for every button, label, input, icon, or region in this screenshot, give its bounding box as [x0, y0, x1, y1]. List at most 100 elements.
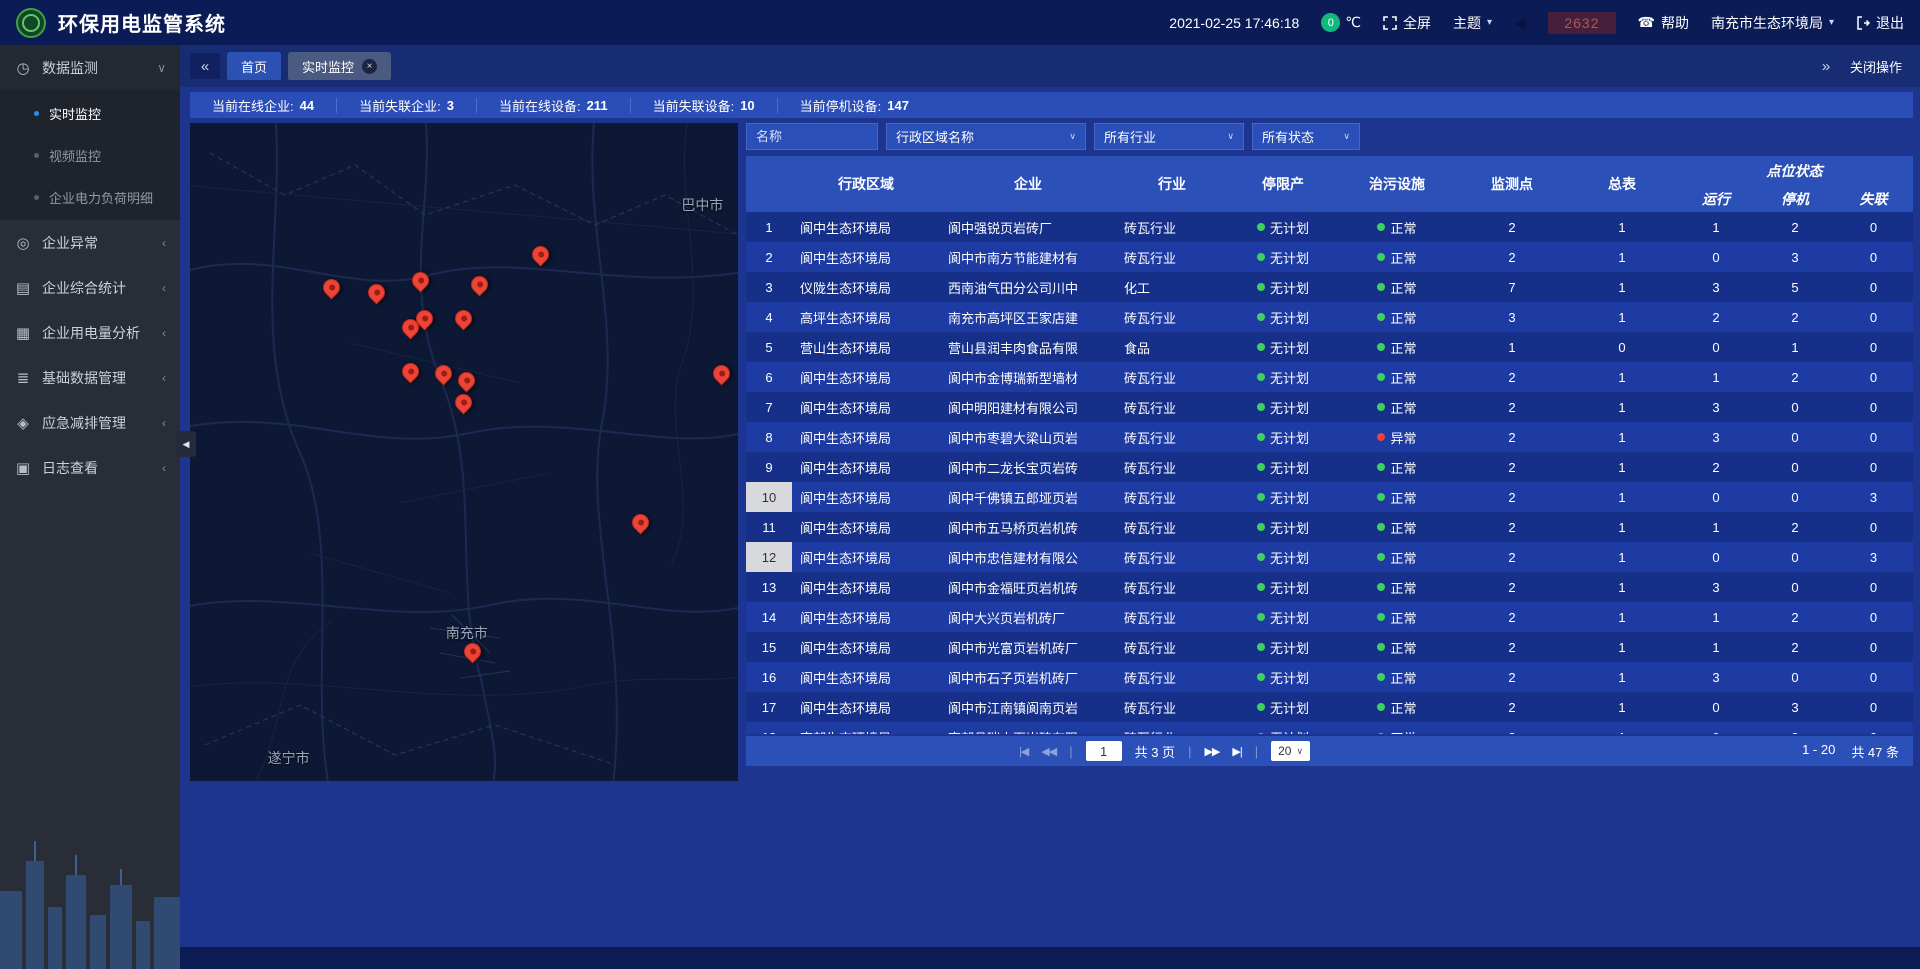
sidebar-collapse-handle[interactable]: ◀ — [176, 431, 196, 457]
status-dot-green — [1257, 313, 1265, 321]
cell-pollution-facility: 正常 — [1338, 392, 1456, 422]
map-panel[interactable]: 巴中市南充市遂宁市 — [190, 123, 738, 781]
sidebar-item-label: 实时监控 — [49, 104, 101, 123]
tab-realtime-monitor[interactable]: 实时监控 × — [288, 52, 391, 80]
next-page-button[interactable]: ▶▶ — [1204, 745, 1219, 758]
last-page-button[interactable]: ▶| — [1232, 745, 1241, 758]
table-row-11[interactable]: 11阆中生态环境局阆中市五马桥页岩机砖砖瓦行业无计划正常21120 — [746, 512, 1913, 542]
announcement-collapse-icon[interactable]: ◀ — [1514, 13, 1526, 33]
fullscreen-button[interactable]: 全屏 — [1383, 13, 1431, 33]
close-operations-button[interactable]: 关闭操作 — [1850, 57, 1902, 76]
sidebar-section-label: 企业用电量分析 — [42, 323, 152, 343]
map-pin-11[interactable] — [455, 392, 473, 414]
sidebar: ◷数据监测∨ 实时监控视频监控企业电力负荷明细◎企业异常‹▤企业综合统计‹▦企业用… — [0, 45, 180, 969]
industry-filter-value: 所有行业 — [1104, 127, 1156, 146]
name-filter-input[interactable] — [746, 123, 878, 150]
row-index: 4 — [746, 302, 792, 332]
sidebar-item-realtime-monitor[interactable]: 实时监控 — [0, 92, 180, 134]
table-row-4[interactable]: 4高坪生态环境局南充市高坪区王家店建砖瓦行业无计划正常31220 — [746, 302, 1913, 332]
sidebar-section-enterprise-stats[interactable]: ▤企业综合统计‹ — [0, 265, 180, 310]
help-button[interactable]: ☎ 帮助 — [1638, 13, 1689, 33]
status-dot-green — [1257, 733, 1265, 734]
sidebar-section-label: 日志查看 — [42, 458, 152, 478]
map-pin-1[interactable] — [368, 282, 386, 304]
sidebar-section-power-analysis[interactable]: ▦企业用电量分析‹ — [0, 310, 180, 355]
sidebar-section-base-data[interactable]: ≣基础数据管理‹ — [0, 355, 180, 400]
table-row-10[interactable]: 10阆中生态环境局阆中千佛镇五郎垭页岩砖瓦行业无计划正常21003 — [746, 482, 1913, 512]
table-row-5[interactable]: 5营山生态环境局营山县润丰肉食品有限食品无计划正常10010 — [746, 332, 1913, 362]
map-pin-10[interactable] — [458, 370, 476, 392]
cell-run-count: 3 — [1676, 422, 1756, 452]
tabs-scroll-left-button[interactable]: « — [190, 53, 220, 79]
table-row-7[interactable]: 7阆中生态环境局阆中明阳建材有限公司砖瓦行业无计划正常21300 — [746, 392, 1913, 422]
industry-filter-select[interactable]: 所有行业 ∨ — [1094, 123, 1244, 150]
table-row-3[interactable]: 3仪陇生态环境局西南油气田分公司川中化工无计划正常71350 — [746, 272, 1913, 302]
cell-monitor-points: 2 — [1456, 692, 1568, 722]
stat-label: 当前失联设备: — [653, 96, 735, 115]
tab-close-icon[interactable]: × — [362, 59, 377, 74]
cell-lost-count: 0 — [1834, 572, 1913, 602]
status-filter-value: 所有状态 — [1262, 127, 1314, 146]
table-body[interactable]: 1阆中生态环境局阆中强锐页岩砖厂砖瓦行业无计划正常211202阆中生态环境局阆中… — [746, 212, 1913, 734]
cell-run-count: 1 — [1676, 602, 1756, 632]
tabs-scroll-right-button[interactable]: » — [1811, 53, 1841, 79]
range-label: 1 - 20 — [1802, 742, 1835, 761]
sidebar-item-video-monitor[interactable]: 视频监控 — [0, 134, 180, 176]
table-row-12[interactable]: 12阆中生态环境局阆中市忠信建材有限公砖瓦行业无计划正常21003 — [746, 542, 1913, 572]
map-pin-3[interactable] — [471, 274, 489, 296]
tab-home[interactable]: 首页 — [227, 52, 281, 80]
sidebar-section-data-monitor[interactable]: ◷数据监测∨ — [0, 45, 180, 90]
table-row-8[interactable]: 8阆中生态环境局阆中市枣碧大梁山页岩砖瓦行业无计划异常21300 — [746, 422, 1913, 452]
table-row-18[interactable]: 18南部生态环境局南部县瑞丰页岩砖有限砖瓦行业无计划正常21030 — [746, 722, 1913, 734]
map-pin-12[interactable] — [713, 363, 731, 385]
map-pin-6[interactable] — [416, 308, 434, 330]
map-pin-9[interactable] — [435, 363, 453, 385]
map-pin-8[interactable] — [402, 361, 420, 383]
cell-monitor-points: 2 — [1456, 722, 1568, 734]
sidebar-item-power-load-detail[interactable]: 企业电力负荷明细 — [0, 176, 180, 218]
table-row-9[interactable]: 9阆中生态环境局阆中市二龙长宝页岩砖砖瓦行业无计划正常21200 — [746, 452, 1913, 482]
table-row-15[interactable]: 15阆中生态环境局阆中市光富页岩机砖厂砖瓦行业无计划正常21120 — [746, 632, 1913, 662]
cell-industry: 砖瓦行业 — [1116, 722, 1228, 734]
pin-icon — [398, 359, 422, 383]
page-number-input[interactable]: 1 — [1086, 741, 1122, 761]
tab-home-label: 首页 — [241, 57, 267, 76]
first-page-button[interactable]: |◀ — [1019, 745, 1028, 758]
cell-industry: 砖瓦行业 — [1116, 692, 1228, 722]
row-index: 11 — [746, 512, 792, 542]
theme-dropdown[interactable]: 主题 ▾ — [1453, 13, 1492, 33]
table-row-2[interactable]: 2阆中生态环境局阆中市南方节能建材有砖瓦行业无计划正常21030 — [746, 242, 1913, 272]
logout-button[interactable]: 退出 — [1856, 13, 1904, 33]
status-dot-green — [1257, 343, 1265, 351]
map-pin-2[interactable] — [412, 270, 430, 292]
alarm-count-badge[interactable]: 2632 — [1548, 12, 1615, 34]
cell-total-meters: 1 — [1568, 242, 1676, 272]
table-row-6[interactable]: 6阆中生态环境局阆中市金博瑞新型墙材砖瓦行业无计划正常21120 — [746, 362, 1913, 392]
chevron-collapsed-icon: ‹ — [162, 416, 166, 430]
region-filter-select[interactable]: 行政区域名称 ∨ — [886, 123, 1086, 150]
sidebar-section-enterprise-abnormal[interactable]: ◎企业异常‹ — [0, 220, 180, 265]
table-row-16[interactable]: 16阆中生态环境局阆中市石子页岩机砖厂砖瓦行业无计划正常21300 — [746, 662, 1913, 692]
status-dot-green — [1257, 223, 1265, 231]
table-row-1[interactable]: 1阆中生态环境局阆中强锐页岩砖厂砖瓦行业无计划正常21120 — [746, 212, 1913, 242]
map-city-label: 巴中市 — [681, 195, 723, 215]
map-pin-0[interactable] — [323, 277, 341, 299]
map-pin-7[interactable] — [455, 308, 473, 330]
cell-lost-count: 0 — [1834, 692, 1913, 722]
sidebar-section-log-view[interactable]: ▣日志查看‹ — [0, 445, 180, 490]
prev-page-button[interactable]: ◀◀ — [1041, 745, 1056, 758]
table-row-13[interactable]: 13阆中生态环境局阆中市金福旺页岩机砖砖瓦行业无计划正常21300 — [746, 572, 1913, 602]
cell-lost-count: 0 — [1834, 272, 1913, 302]
status-dot-green — [1257, 253, 1265, 261]
map-pin-4[interactable] — [532, 244, 550, 266]
page-size-select[interactable]: 20 ∨ — [1271, 741, 1310, 761]
sidebar-section-emergency-reduction[interactable]: ◈应急减排管理‹ — [0, 400, 180, 445]
cell-monitor-points: 2 — [1456, 512, 1568, 542]
table-row-14[interactable]: 14阆中生态环境局阆中大兴页岩机砖厂砖瓦行业无计划正常21120 — [746, 602, 1913, 632]
status-filter-select[interactable]: 所有状态 ∨ — [1252, 123, 1360, 150]
map-pin-13[interactable] — [632, 512, 650, 534]
status-dot-green — [1377, 223, 1385, 231]
org-dropdown[interactable]: 南充市生态环境局 ▾ — [1711, 13, 1834, 33]
table-row-17[interactable]: 17阆中生态环境局阆中市江南镇阆南页岩砖瓦行业无计划正常21030 — [746, 692, 1913, 722]
map-pin-14[interactable] — [464, 641, 482, 663]
